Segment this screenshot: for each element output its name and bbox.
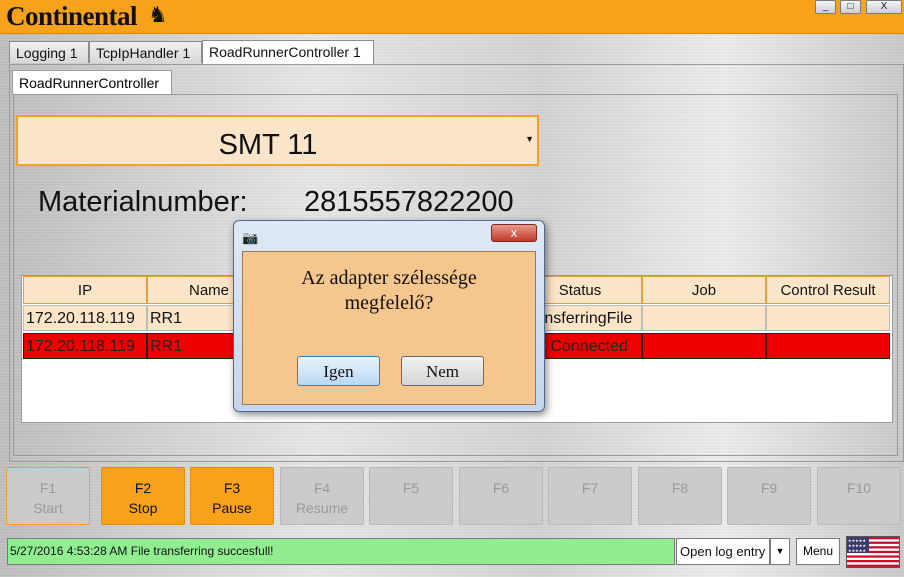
fkey-key: F7 bbox=[581, 480, 599, 496]
yes-button[interactable]: Igen bbox=[297, 356, 380, 386]
fkey-key: F2 bbox=[134, 480, 152, 496]
chevron-down-icon[interactable]: ▼ bbox=[525, 134, 534, 144]
subtab-roadrunnercontroller[interactable]: RoadRunnerController bbox=[12, 70, 172, 94]
column-header-job[interactable]: Job bbox=[642, 276, 766, 304]
fkey-key: F3 bbox=[223, 480, 241, 496]
f1-start-button[interactable]: F1 Start bbox=[6, 467, 90, 525]
material-number-label: Materialnumber: bbox=[38, 186, 248, 218]
svg-text:★★★★★: ★★★★★ bbox=[848, 548, 866, 553]
tab-logging[interactable]: Logging 1 bbox=[9, 41, 89, 63]
f5-button[interactable]: F5 bbox=[369, 467, 453, 525]
chevron-down-icon[interactable]: ▼ bbox=[770, 538, 790, 565]
table-cell-ip[interactable]: 172.20.118.119 bbox=[23, 333, 147, 359]
fkey-key: F6 bbox=[492, 480, 510, 496]
dialog-message-line2: megfelelő? bbox=[344, 292, 434, 314]
fkey-key: F5 bbox=[402, 480, 420, 496]
fkey-label: Pause bbox=[212, 500, 252, 516]
f2-stop-button[interactable]: F2 Stop bbox=[101, 467, 185, 525]
table-cell-control-result[interactable] bbox=[766, 333, 890, 359]
tab-tcpiphandler[interactable]: TcpIpHandler 1 bbox=[89, 41, 202, 63]
f3-pause-button[interactable]: F3 Pause bbox=[190, 467, 274, 525]
minimize-button[interactable]: _ bbox=[815, 0, 836, 14]
us-flag-icon[interactable]: ★★★★★ ★★★★★ ★★★★★ bbox=[846, 536, 900, 568]
table-cell-job[interactable] bbox=[642, 305, 766, 331]
fkey-key: F10 bbox=[846, 480, 872, 496]
f6-button[interactable]: F6 bbox=[459, 467, 543, 525]
table-cell-ip[interactable]: 172.20.118.119 bbox=[23, 305, 147, 331]
table-cell-job[interactable] bbox=[642, 333, 766, 359]
dialog-message-line1: Az adapter szélessége bbox=[301, 267, 477, 289]
table-cell-control-result[interactable] bbox=[766, 305, 890, 331]
machine-select[interactable]: SMT 11 ▼ bbox=[16, 115, 539, 166]
fkey-key: F1 bbox=[39, 480, 57, 496]
us-flag-graphic: ★★★★★★★★★★★★★★★ bbox=[847, 537, 899, 567]
no-button[interactable]: Nem bbox=[401, 356, 484, 386]
tab-roadrunnercontroller[interactable]: RoadRunnerController 1 bbox=[202, 40, 374, 64]
f10-button[interactable]: F10 bbox=[817, 467, 901, 525]
title-bar: Continental ♞ _ □ X bbox=[0, 0, 904, 34]
horse-logo-icon: ♞ bbox=[148, 2, 168, 27]
fkey-key: F8 bbox=[671, 480, 689, 496]
f8-button[interactable]: F8 bbox=[638, 467, 722, 525]
machine-select-value: SMT 11 bbox=[218, 129, 318, 161]
fkey-label: Resume bbox=[295, 500, 349, 516]
fkey-key: F4 bbox=[313, 480, 331, 496]
material-number-value: 2815557822200 bbox=[304, 186, 514, 218]
fkey-label: Start bbox=[33, 500, 63, 516]
f4-resume-button[interactable]: F4 Resume bbox=[280, 467, 364, 525]
f9-button[interactable]: F9 bbox=[727, 467, 811, 525]
dialog-message: Az adapter szélessége megfelelő? bbox=[243, 266, 535, 316]
fkey-key: F9 bbox=[760, 480, 778, 496]
continental-logo: Continental bbox=[6, 1, 138, 31]
confirm-dialog: 📷 x Az adapter szélessége megfelelő? Ige… bbox=[233, 220, 545, 412]
menu-button[interactable]: Menu bbox=[796, 538, 840, 565]
fkey-label: Stop bbox=[128, 500, 158, 516]
column-header-control-result[interactable]: Control Result bbox=[766, 276, 890, 304]
dialog-body: Az adapter szélessége megfelelő? Igen Ne… bbox=[242, 251, 536, 405]
column-header-ip[interactable]: IP bbox=[23, 276, 147, 304]
maximize-button[interactable]: □ bbox=[840, 0, 861, 14]
camera-icon: 📷 bbox=[242, 230, 259, 245]
close-window-button[interactable]: X bbox=[866, 0, 902, 14]
status-message: 5/27/2016 4:53:28 AM File transferring s… bbox=[7, 538, 675, 565]
f7-button[interactable]: F7 bbox=[548, 467, 632, 525]
dialog-close-button[interactable]: x bbox=[491, 224, 537, 242]
open-log-entry-button[interactable]: Open log entry bbox=[676, 538, 770, 565]
